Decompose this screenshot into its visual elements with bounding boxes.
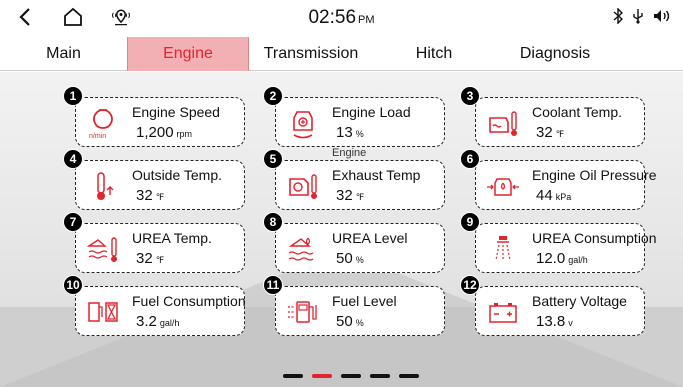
clock: 02:56 PM: [0, 7, 683, 29]
card-value: 13.8 v: [536, 313, 573, 330]
volume-icon[interactable]: [653, 8, 671, 28]
callout-badge: 8: [263, 212, 283, 232]
tab-diagnosis[interactable]: Diagnosis: [495, 37, 615, 71]
coolant-temp-icon: [486, 106, 520, 140]
clock-time: 02:56: [308, 7, 357, 28]
page-dot[interactable]: [399, 374, 419, 378]
urea-temp-icon: [86, 232, 120, 266]
card-label: Coolant Temp.: [532, 104, 623, 120]
card-value: 32 ℉: [536, 124, 565, 141]
card-sup-label: Engine: [332, 147, 367, 159]
card-coolant-temp[interactable]: Coolant Temp. 32 ℉: [475, 97, 645, 147]
card-engine-load[interactable]: Engine Load 13%: [275, 97, 445, 147]
card-value: 32 ℉: [136, 187, 165, 204]
engine-panel: n/min Engine Speed 1,200 rpm Engine Load …: [0, 72, 683, 387]
fuel-level-icon: [286, 295, 320, 329]
tab-engine[interactable]: Engine: [127, 37, 249, 71]
card-label: Fuel Consumption: [132, 293, 246, 309]
page-dot[interactable]: [370, 374, 390, 378]
card-urea-level[interactable]: UREA Level 50%: [275, 223, 445, 273]
urea-level-icon: [286, 232, 320, 266]
page-indicator: [283, 374, 419, 378]
usb-icon: [631, 8, 645, 28]
card-battery-voltage[interactable]: Battery Voltage 13.8 v: [475, 286, 645, 336]
callout-badge: 1: [63, 86, 83, 106]
callout-badge: 10: [63, 275, 83, 295]
bluetooth-icon: [613, 7, 624, 28]
card-label: UREA Consumption: [532, 230, 657, 246]
card-label: Battery Voltage: [532, 293, 627, 309]
card-label: Engine Speed: [132, 104, 220, 120]
status-bar: 02:56 PM: [0, 0, 683, 37]
card-outside-temp[interactable]: Outside Temp. 32 ℉: [75, 160, 245, 210]
engine-load-icon: [286, 106, 320, 140]
callout-badge: 9: [460, 212, 480, 232]
card-label: Engine Load: [332, 104, 411, 120]
engine-speed-icon-text: n/min: [89, 133, 106, 140]
callout-badge: 2: [263, 86, 283, 106]
callout-badge: 3: [460, 86, 480, 106]
callout-badge: 12: [460, 275, 480, 295]
tab-bar: Main Engine Transmission Hitch Diagnosis: [0, 37, 683, 71]
card-value: 32 ℉: [336, 187, 365, 204]
callout-badge: 11: [263, 275, 283, 295]
card-urea-temp[interactable]: UREA Temp. 32 ℉: [75, 223, 245, 273]
card-label: UREA Level: [332, 230, 408, 246]
fuel-consumption-icon: [86, 295, 120, 329]
card-label: Fuel Level: [332, 293, 397, 309]
card-exhaust-temp[interactable]: Engine Exhaust Temp 32 ℉: [275, 147, 445, 210]
card-value: 44 kPa: [536, 187, 572, 204]
card-urea-consumption[interactable]: UREA Consumption 12.0 gal/h: [475, 223, 657, 273]
card-label: Exhaust Temp: [332, 167, 421, 183]
callout-badge: 7: [63, 212, 83, 232]
page-dot-active[interactable]: [312, 374, 332, 378]
page-dot[interactable]: [341, 374, 361, 378]
tab-transmission[interactable]: Transmission: [249, 37, 373, 71]
callout-badge: 5: [263, 149, 283, 169]
card-engine-speed[interactable]: n/min Engine Speed 1,200 rpm: [75, 97, 245, 147]
exhaust-temp-icon: [286, 169, 320, 203]
tab-main[interactable]: Main: [0, 37, 127, 71]
card-value: 1,200 rpm: [136, 124, 193, 141]
card-value: 50%: [336, 250, 364, 267]
card-value: 32 ℉: [136, 250, 165, 267]
callout-badge: 6: [460, 149, 480, 169]
card-value: 13%: [336, 124, 364, 141]
card-label: UREA Temp.: [132, 230, 212, 246]
engine-oil-pressure-icon: [486, 169, 520, 203]
card-value: 12.0 gal/h: [536, 250, 588, 267]
card-label: Engine Oil Pressure: [532, 167, 657, 183]
callout-badge: 4: [63, 149, 83, 169]
outside-temp-icon: [86, 169, 120, 203]
battery-voltage-icon: [486, 295, 520, 329]
page-dot[interactable]: [283, 374, 303, 378]
urea-consumption-icon: [486, 232, 520, 266]
card-engine-oil-pressure[interactable]: Engine Oil Pressure 44 kPa: [475, 160, 657, 210]
card-label: Outside Temp.: [132, 167, 223, 183]
engine-speed-icon: n/min: [86, 106, 120, 140]
tab-hitch[interactable]: Hitch: [373, 37, 495, 71]
card-fuel-consumption[interactable]: Fuel Consumption 3.2 gal/h: [75, 286, 246, 336]
card-value: 3.2 gal/h: [136, 313, 180, 330]
card-value: 50%: [336, 313, 364, 330]
card-fuel-level[interactable]: Fuel Level 50%: [275, 286, 445, 336]
clock-ampm: PM: [358, 14, 375, 26]
